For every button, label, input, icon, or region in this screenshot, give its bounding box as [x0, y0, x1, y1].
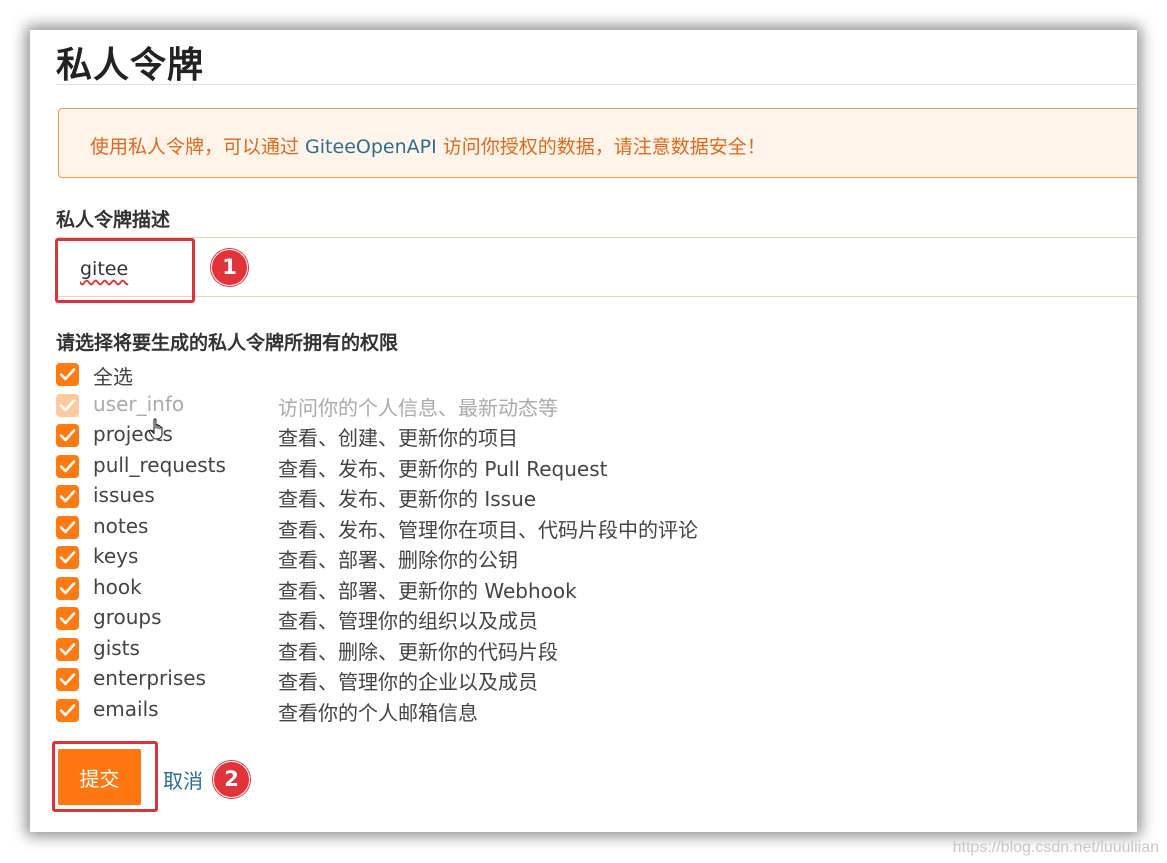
permission-description: 查看、部署、删除你的公钥 [278, 548, 518, 572]
check-icon [59, 703, 76, 716]
permission-row-projects[interactable]: projects 查看、创建、更新你的项目 [56, 421, 956, 451]
check-icon [59, 459, 76, 472]
permission-name: hook [93, 574, 142, 599]
permission-row-keys[interactable]: keys 查看、部署、删除你的公钥 [56, 543, 956, 573]
highlight-box-description [55, 238, 195, 303]
check-icon [59, 429, 76, 442]
permission-checkbox[interactable] [56, 637, 79, 661]
select-all-label: 全选 [93, 365, 133, 389]
permission-checkbox[interactable] [56, 485, 79, 508]
permission-name: gists [93, 635, 140, 660]
title-divider [56, 84, 1137, 85]
permission-description: 查看、发布、更新你的 Issue [278, 487, 537, 511]
check-icon [59, 368, 76, 381]
permissions-label: 请选择将要生成的私人令牌所拥有的权限 [56, 332, 399, 354]
permission-name: enterprises [93, 666, 206, 690]
permission-row-emails[interactable]: emails 查看你的个人邮箱信息 [56, 696, 956, 726]
permission-description: 查看、部署、更新你的 Webhook [278, 578, 577, 603]
notice-text-after: 访问你授权的数据，请注意数据安全！ [436, 136, 766, 158]
permission-checkbox[interactable] [56, 576, 79, 600]
check-icon [59, 398, 76, 411]
permission-checkbox[interactable] [56, 515, 79, 539]
permission-checkbox[interactable] [56, 668, 79, 691]
check-icon [59, 642, 76, 655]
check-icon [59, 612, 76, 625]
token-form-panel: 私人令牌 使用私人令牌，可以通过 GiteeOpenAPI 访问你授权的数据，请… [30, 30, 1137, 832]
cancel-link[interactable]: 取消 [163, 765, 203, 794]
permission-description: 查看、发布、管理你在项目、代码片段中的评论 [278, 517, 698, 542]
permission-name: emails [93, 696, 159, 721]
permission-row-groups[interactable]: groups 查看、管理你的组织以及成员 [56, 604, 956, 634]
token-description-label: 私人令牌描述 [56, 209, 171, 231]
permission-row-issues[interactable]: issues 查看、发布、更新你的 Issue [56, 482, 956, 512]
highlight-box-submit [52, 741, 158, 812]
permission-description: 查看、删除、更新你的代码片段 [278, 639, 558, 664]
check-icon [59, 673, 76, 686]
notice-api-name: GiteeOpenAPI [305, 136, 437, 158]
check-icon [59, 490, 76, 503]
permission-name: pull_requests [93, 452, 226, 477]
permission-checkbox[interactable] [56, 454, 79, 478]
check-icon [59, 581, 76, 594]
permission-description: 查看、创建、更新你的项目 [278, 426, 518, 450]
permission-row-gists[interactable]: gists 查看、删除、更新你的代码片段 [56, 635, 956, 665]
permission-name: user_info [93, 391, 185, 416]
permission-name: keys [93, 544, 139, 568]
page-title: 私人令牌 [56, 45, 205, 86]
permission-description: 查看你的个人邮箱信息 [278, 700, 478, 725]
check-icon [59, 520, 76, 533]
permission-row-notes[interactable]: notes 查看、发布、管理你在项目、代码片段中的评论 [56, 513, 956, 543]
step-1-badge: 1 [211, 249, 248, 286]
permission-name: issues [93, 483, 155, 507]
permission-row-pull-requests[interactable]: pull_requests 查看、发布、更新你的 Pull Request [56, 452, 956, 482]
permission-description: 访问你的个人信息、最新动态等 [278, 395, 558, 420]
permission-name: notes [93, 513, 149, 538]
permission-checkbox[interactable] [56, 698, 79, 722]
permission-description: 查看、管理你的组织以及成员 [278, 609, 538, 633]
watermark: https://blog.csdn.net/luuuliian [952, 839, 1159, 856]
permission-checkbox[interactable] [56, 424, 79, 447]
permission-checkbox[interactable] [56, 546, 79, 569]
permission-row-user-info: user_info 访问你的个人信息、最新动态等 [56, 391, 956, 421]
permission-checkbox [56, 393, 79, 417]
select-all-row[interactable]: 全选 [56, 360, 956, 390]
notice-banner: 使用私人令牌，可以通过 GiteeOpenAPI 访问你授权的数据，请注意数据安… [58, 108, 1137, 178]
permission-description: 查看、发布、更新你的 Pull Request [278, 456, 608, 481]
notice-text-before: 使用私人令牌，可以通过 [90, 136, 306, 158]
permission-name: groups [93, 605, 162, 629]
permission-checkbox[interactable] [56, 607, 79, 630]
permission-row-enterprises[interactable]: enterprises 查看、管理你的企业以及成员 [56, 665, 956, 695]
hand-cursor-icon [148, 418, 163, 440]
select-all-checkbox[interactable] [56, 363, 79, 386]
permission-description: 查看、管理你的企业以及成员 [278, 670, 538, 694]
notice-text: 使用私人令牌，可以通过 GiteeOpenAPI 访问你授权的数据，请注意数据安… [90, 132, 766, 159]
permission-row-hook[interactable]: hook 查看、部署、更新你的 Webhook [56, 574, 956, 604]
check-icon [59, 551, 76, 564]
step-2-badge: 2 [213, 761, 250, 798]
